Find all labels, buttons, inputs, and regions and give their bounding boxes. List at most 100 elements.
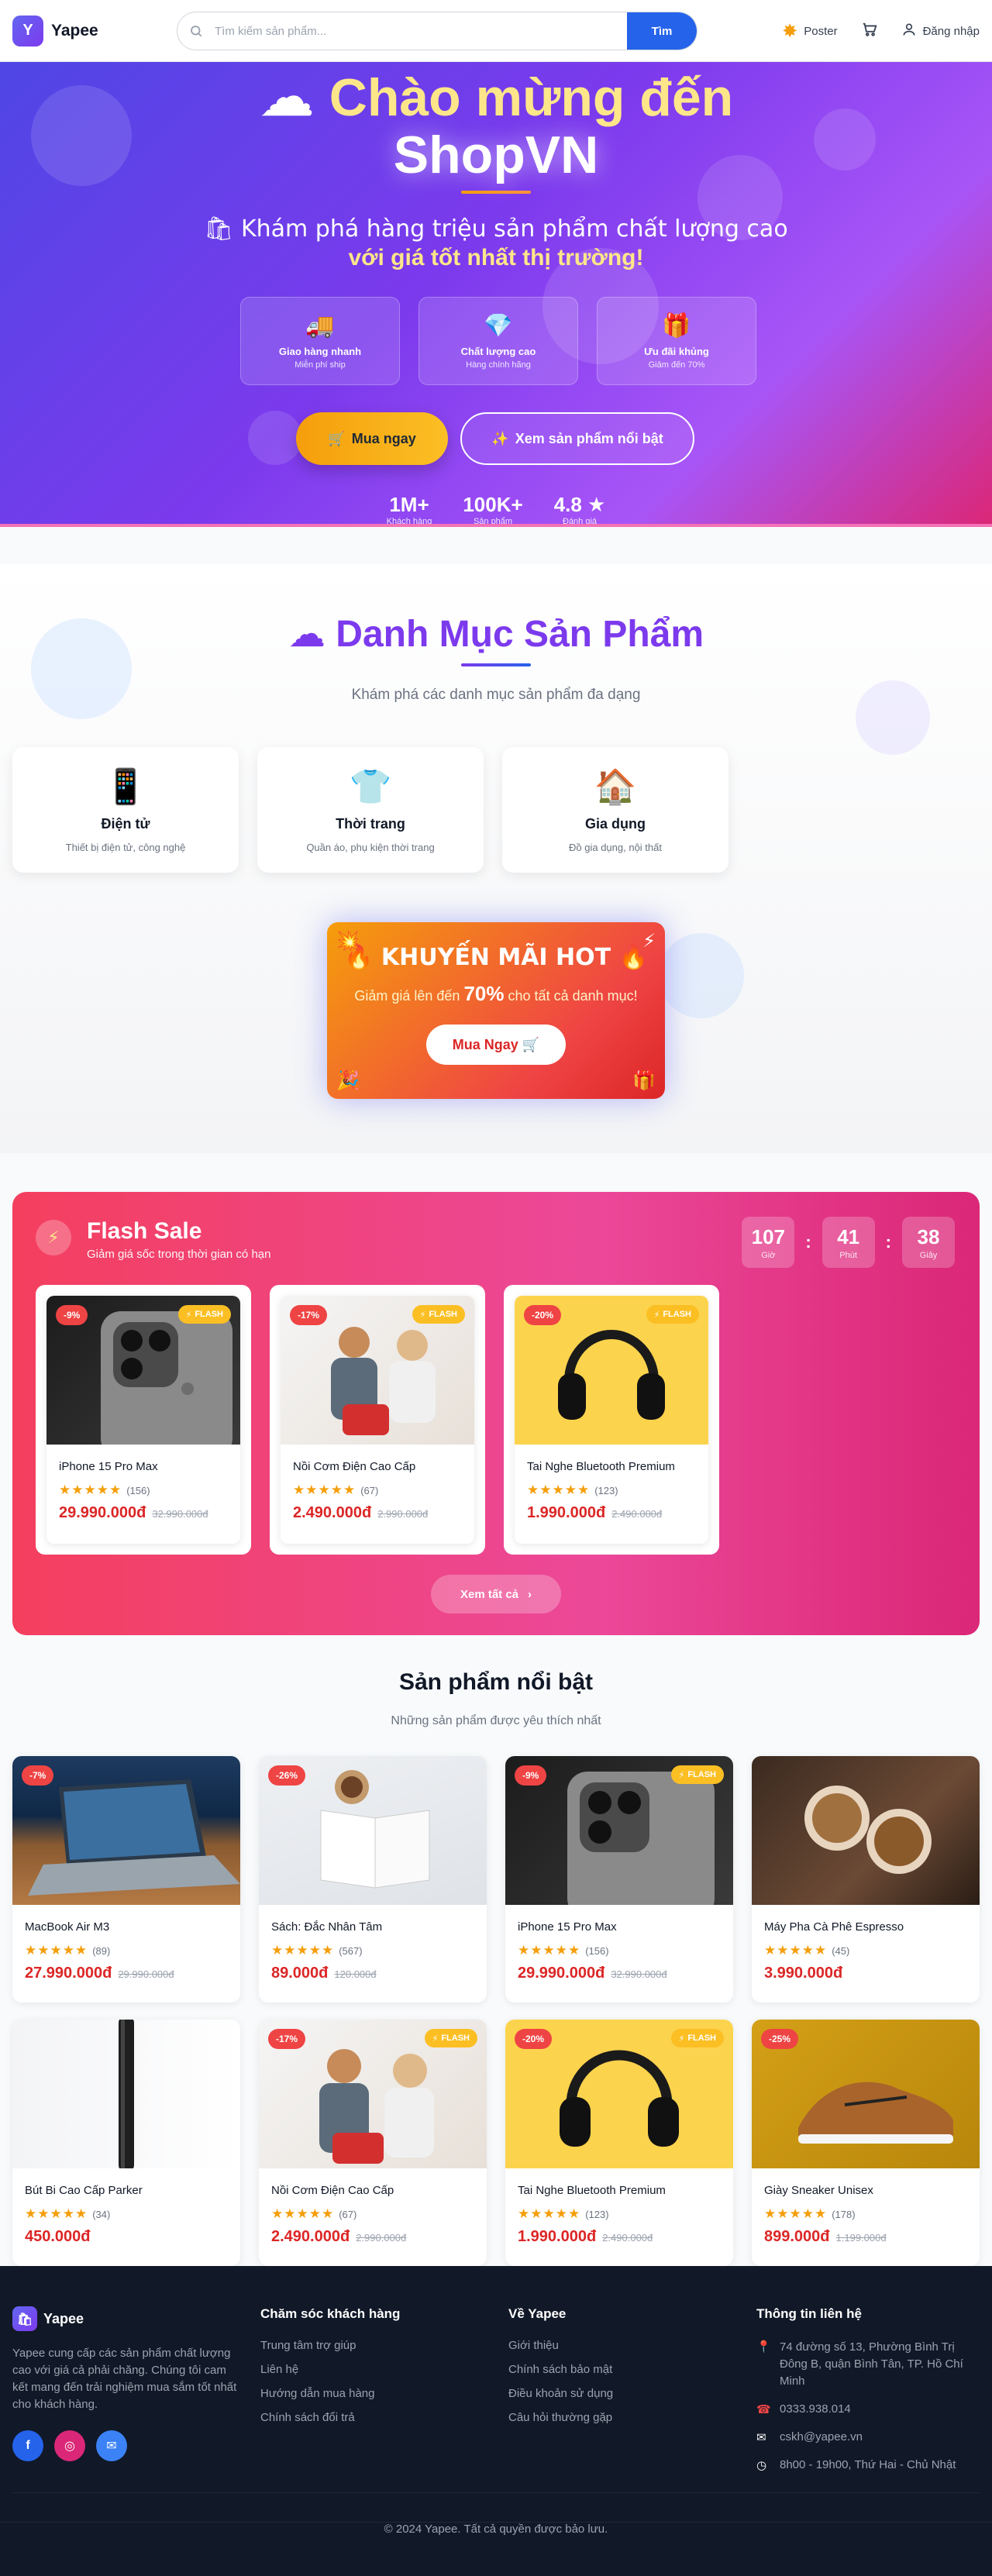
footer-logo[interactable]: 🛍 Yapee — [12, 2306, 237, 2331]
sale-price: 1.990.000đ — [527, 1504, 606, 1521]
gift-icon: 🎁 — [632, 1069, 656, 1091]
footer-care-col: Chăm sóc khách hàng Trung tâm trợ giúp L… — [260, 2306, 400, 2435]
footer-link[interactable]: Chính sách bảo mật — [508, 2363, 613, 2376]
promo-buy-button[interactable]: Mua Ngay 🛒 — [426, 1025, 566, 1065]
feature-card: 🚚 Giao hàng nhanh Miễn phí ship — [240, 297, 400, 385]
flash-tag: ⚡ FLASH — [646, 1305, 699, 1324]
explosion-icon: 💥 — [336, 930, 360, 952]
product-price: 89.000đ 120.000đ — [271, 1965, 487, 1982]
email-text[interactable]: cskh@yapee.vn — [780, 2429, 863, 2446]
product-image — [752, 1756, 980, 1905]
flash-product-card[interactable]: -20% ⚡ FLASH Tai Nghe Bluetooth Premium ★… — [504, 1285, 719, 1555]
hero-banner: ☁ Chào mừng đến ShopVN 🛍 Khám phá hàng t… — [0, 62, 992, 527]
phone-text[interactable]: 0333.938.014 — [780, 2401, 851, 2418]
footer-description: Yapee cung cấp các sản phẩm chất lượng c… — [12, 2347, 237, 2411]
product-image: -20% ⚡ FLASH — [505, 2020, 733, 2168]
countdown-timer: 107 Giờ : 41 Phút : 38 Giây — [742, 1217, 955, 1268]
footer-link[interactable]: Hướng dẫn mua hàng — [260, 2387, 400, 2400]
buy-now-button[interactable]: 🛒 Mua ngay — [296, 412, 448, 465]
product-name: Tai Nghe Bluetooth Premium — [518, 2184, 666, 2197]
discount-badge: -26% — [268, 1765, 306, 1786]
product-rating: ★★★★★ (123) — [518, 2206, 733, 2222]
review-count: (67) — [360, 1485, 379, 1496]
product-card[interactable]: -7% MacBook Air M3 ★★★★★ (89) 27.990.000đ… — [12, 1756, 240, 2003]
product-card[interactable]: Máy Pha Cà Phê Espresso ★★★★★ (45) 3.990.… — [752, 1756, 980, 2003]
social-links: f ◎ ✉ — [12, 2430, 237, 2461]
hero-buttons: 🛒 Mua ngay ✨ Xem sản phẩm nổi bật — [296, 412, 694, 465]
login-link[interactable]: Đăng nhập — [901, 22, 980, 40]
view-featured-button[interactable]: ✨ Xem sản phẩm nổi bật — [460, 412, 694, 465]
hero-title-line2: ShopVN — [393, 126, 599, 184]
star-rating-icon: ★★★★★ — [293, 1483, 356, 1498]
footer-link[interactable]: Điều khoản sử dụng — [508, 2387, 613, 2400]
category-card-household[interactable]: 🏠 Gia dụng Đồ gia dụng, nội thất — [502, 747, 728, 873]
messenger-icon[interactable]: ✉ — [96, 2430, 127, 2461]
lightning-icon: ⚡ — [642, 930, 656, 952]
logo[interactable]: Y Yapee — [12, 15, 98, 46]
product-card[interactable]: -20% ⚡ FLASH Tai Nghe Bluetooth Premium ★… — [505, 2020, 733, 2266]
search-button[interactable]: Tìm — [627, 12, 697, 50]
category-underline — [461, 663, 531, 666]
flash-sale-title: Flash Sale — [87, 1218, 202, 1244]
flash-product-card[interactable]: -17% ⚡ FLASH Nồi Cơm Điện Cao Cấp ★★★★★ (6… — [270, 1285, 485, 1555]
see-all-button[interactable]: Xem tất cả › — [431, 1575, 561, 1613]
facebook-icon[interactable]: f — [12, 2430, 43, 2461]
product-rating: ★★★★★ (178) — [764, 2206, 980, 2222]
cloud-icon: ☁ — [258, 64, 315, 129]
house-icon: 🏠 — [594, 767, 637, 807]
product-card-inner: -9% ⚡ FLASH iPhone 15 Pro Max ★★★★★ (156) … — [46, 1296, 240, 1544]
search-input[interactable] — [215, 24, 627, 38]
product-name: Bút Bi Cao Cấp Parker — [25, 2184, 143, 2197]
promo-percent: 70% — [463, 982, 505, 1005]
sale-price: 899.000đ — [764, 2228, 830, 2245]
original-price: 120.000đ — [334, 1968, 377, 1980]
footer-contact-col: Thông tin liên hệ 📍 74 đường số 13, Phườ… — [756, 2306, 981, 2485]
product-card[interactable]: -25% Giày Sneaker Unisex ★★★★★ (178) 899.… — [752, 2020, 980, 2266]
star-rating-icon: ★★★★★ — [59, 1483, 122, 1498]
footer-link[interactable]: Câu hỏi thường gặp — [508, 2411, 613, 2424]
footer-link[interactable]: Giới thiệu — [508, 2339, 613, 2352]
star-rating-icon: ★★★★★ — [271, 2206, 335, 2222]
stat-products: 100K+ Sản phẩm — [463, 493, 522, 524]
product-card[interactable]: Bút Bi Cao Cấp Parker ★★★★★ (34) 450.000đ — [12, 2020, 240, 2266]
feature-sub: Miễn phí ship — [294, 360, 346, 370]
flash-tag-label: FLASH — [195, 1310, 223, 1319]
footer-link[interactable]: Trung tâm trợ giúp — [260, 2339, 400, 2352]
category-card-fashion[interactable]: 👕 Thời trang Quần áo, phụ kiện thời tran… — [257, 747, 484, 873]
cart-icon: 🛒 — [328, 430, 346, 447]
search-bar: Tìm — [177, 12, 698, 50]
user-icon — [901, 22, 917, 40]
product-name: Giày Sneaker Unisex — [764, 2184, 873, 2197]
stat-customers: 1M+ Khách hàng — [387, 493, 432, 524]
discount-badge: -7% — [22, 1765, 54, 1786]
countdown-label: Giờ — [761, 1250, 776, 1260]
product-rating: ★★★★★ (67) — [271, 2206, 487, 2222]
flash-product-card[interactable]: -9% ⚡ FLASH iPhone 15 Pro Max ★★★★★ (156) … — [36, 1285, 251, 1555]
clock-icon: ◷ — [756, 2458, 767, 2472]
product-card[interactable]: -9% ⚡ FLASH iPhone 15 Pro Max ★★★★★ (156) … — [505, 1756, 733, 2003]
lightning-icon: ⚡ — [419, 1309, 426, 1320]
product-card[interactable]: -26% Sách: Đắc Nhân Tâm ★★★★★ (567) 89.00… — [259, 1756, 487, 2003]
footer-link[interactable]: Chính sách đổi trả — [260, 2411, 400, 2424]
footer-divider — [12, 2492, 980, 2493]
hero-highlight: với giá tốt nhất thị trường! — [348, 245, 644, 270]
stat-rating: 4.8 ★ Đánh giá — [554, 493, 606, 524]
cart-link[interactable] — [861, 21, 878, 41]
instagram-icon[interactable]: ◎ — [54, 2430, 85, 2461]
sale-price: 29.990.000đ — [59, 1504, 146, 1521]
category-card-electronics[interactable]: 📱 Điện tử Thiết bị điện tử, công nghệ — [12, 747, 239, 873]
lightning-icon: ⚡ — [653, 1309, 660, 1320]
hero-features: 🚚 Giao hàng nhanh Miễn phí ship 💎 Chất l… — [240, 297, 756, 385]
product-card-inner: -20% ⚡ FLASH Tai Nghe Bluetooth Premium ★… — [515, 1296, 708, 1544]
product-card[interactable]: -17% ⚡ FLASH Nồi Cơm Điện Cao Cấp ★★★★★ (6… — [259, 2020, 487, 2266]
review-count: (34) — [92, 2209, 111, 2220]
footer-about-us-col: Về Yapee Giới thiệu Chính sách bảo mật Đ… — [508, 2306, 613, 2435]
search-icon — [177, 24, 215, 38]
phone-icon: 📱 — [104, 767, 147, 807]
coffee-illustration — [804, 1786, 932, 1874]
poster-link[interactable]: ✸ Poster — [782, 20, 837, 42]
product-name: MacBook Air M3 — [25, 1920, 110, 1934]
feature-card: 🎁 Ưu đãi khủng Giảm đến 70% — [597, 297, 756, 385]
copyright: © 2024 Yapee. Tất cả quyền được bảo lưu. — [0, 2522, 992, 2536]
footer-link[interactable]: Liên hệ — [260, 2363, 400, 2376]
